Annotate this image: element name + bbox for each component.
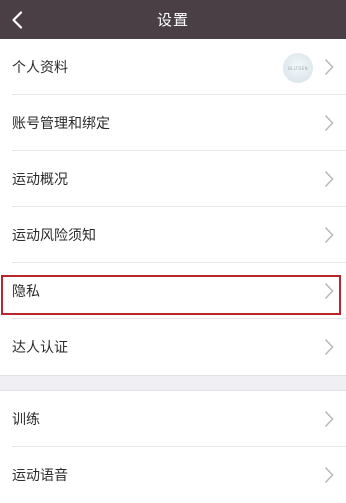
settings-item-exercise-risk[interactable]: 运动风险须知 xyxy=(0,207,346,263)
settings-item-label: 个人资料 xyxy=(12,60,68,76)
avatar-watermark: BLLTDEN xyxy=(288,66,308,71)
settings-item-label: 运动语音 xyxy=(12,468,68,484)
settings-item-label: 运动风险须知 xyxy=(12,228,96,244)
avatar: BLLTDEN xyxy=(283,53,313,83)
chevron-right-icon xyxy=(324,467,334,483)
settings-item-profile[interactable]: 个人资料 BLLTDEN xyxy=(0,39,346,95)
settings-list: 个人资料 BLLTDEN 账号管理和绑定 运动概况 运动风险须知 隐私 达人认证… xyxy=(0,39,346,503)
settings-item-label: 运动概况 xyxy=(12,172,68,188)
settings-item-exercise-overview[interactable]: 运动概况 xyxy=(0,151,346,207)
chevron-right-icon xyxy=(324,115,334,131)
settings-item-expert-verification[interactable]: 达人认证 xyxy=(0,319,346,375)
chevron-right-icon xyxy=(324,227,334,243)
settings-item-label: 账号管理和绑定 xyxy=(12,116,110,132)
settings-item-account-binding[interactable]: 账号管理和绑定 xyxy=(0,95,346,151)
page-title: 设置 xyxy=(156,11,189,29)
chevron-right-icon xyxy=(324,59,334,75)
settings-item-workout-voice[interactable]: 运动语音 xyxy=(0,447,346,503)
chevron-right-icon xyxy=(324,171,334,187)
chevron-left-icon xyxy=(12,10,23,29)
chevron-right-icon xyxy=(324,339,334,355)
back-button[interactable] xyxy=(0,0,34,39)
settings-item-training[interactable]: 训练 xyxy=(0,391,346,447)
chevron-right-icon xyxy=(324,411,334,427)
settings-item-label: 训练 xyxy=(12,412,40,428)
settings-item-label: 隐私 xyxy=(12,284,40,300)
section-divider xyxy=(0,375,346,391)
nav-bar: 设置 xyxy=(0,0,346,39)
chevron-right-icon xyxy=(324,283,334,299)
settings-item-privacy[interactable]: 隐私 xyxy=(0,263,346,319)
settings-item-label: 达人认证 xyxy=(12,340,68,356)
